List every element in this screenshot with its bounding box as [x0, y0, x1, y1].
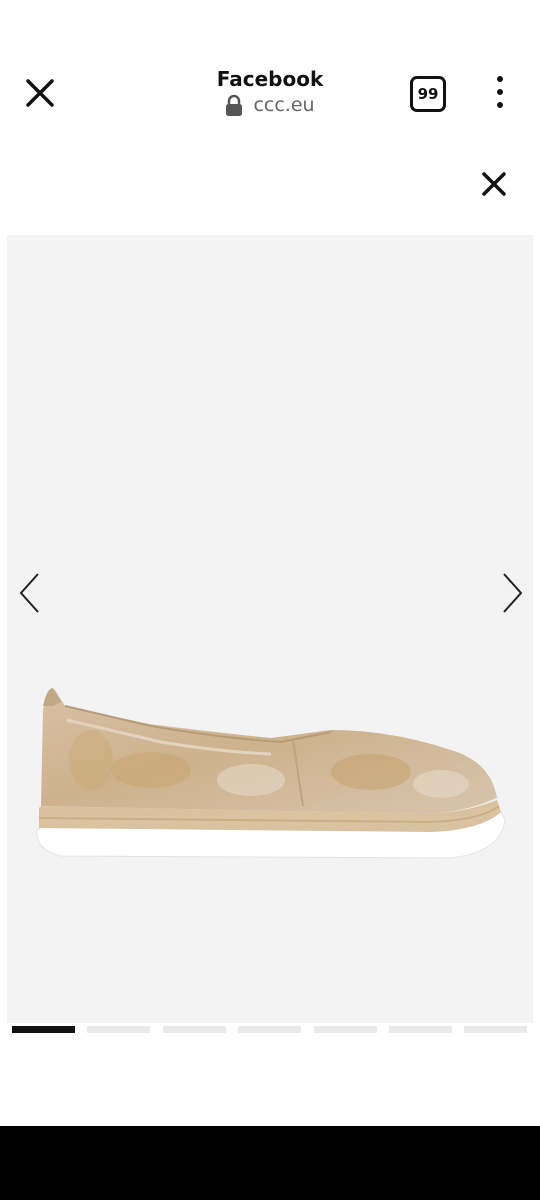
slide-indicator-3[interactable] [163, 1026, 226, 1033]
url-row[interactable]: ccc.eu [170, 94, 370, 116]
next-slide-button[interactable] [501, 571, 525, 615]
page-title: Facebook [216, 67, 324, 91]
slide-indicator-6[interactable] [389, 1026, 452, 1033]
slide-indicator-4[interactable] [238, 1026, 301, 1033]
chevron-left-icon [19, 573, 39, 613]
tabs-button[interactable]: 99 [410, 76, 446, 112]
page-info: Facebook ccc.eu [170, 66, 370, 116]
close-gallery-button[interactable] [478, 168, 510, 200]
close-browser-button[interactable] [20, 73, 60, 113]
url-text: ccc.eu [253, 94, 315, 116]
lock-icon [226, 94, 243, 116]
dot-icon [497, 89, 503, 95]
slide-indicator-5[interactable] [314, 1026, 377, 1033]
dot-icon [497, 102, 503, 108]
product-gallery[interactable] [7, 235, 533, 1023]
slide-indicators [12, 1026, 528, 1034]
close-icon [482, 172, 506, 196]
chevron-right-icon [503, 573, 523, 613]
tab-count: 99 [417, 85, 439, 103]
browser-toolbar: Facebook ccc.eu 99 [0, 0, 540, 150]
dot-icon [497, 76, 503, 82]
product-image-shoe [36, 688, 506, 859]
slide-indicator-1[interactable] [12, 1026, 75, 1033]
more-options-button[interactable] [488, 76, 512, 110]
slide-indicator-7[interactable] [464, 1026, 527, 1033]
previous-slide-button[interactable] [17, 571, 41, 615]
slide-indicator-2[interactable] [87, 1026, 150, 1033]
system-navigation-bar [0, 1126, 540, 1200]
close-icon [26, 79, 54, 107]
